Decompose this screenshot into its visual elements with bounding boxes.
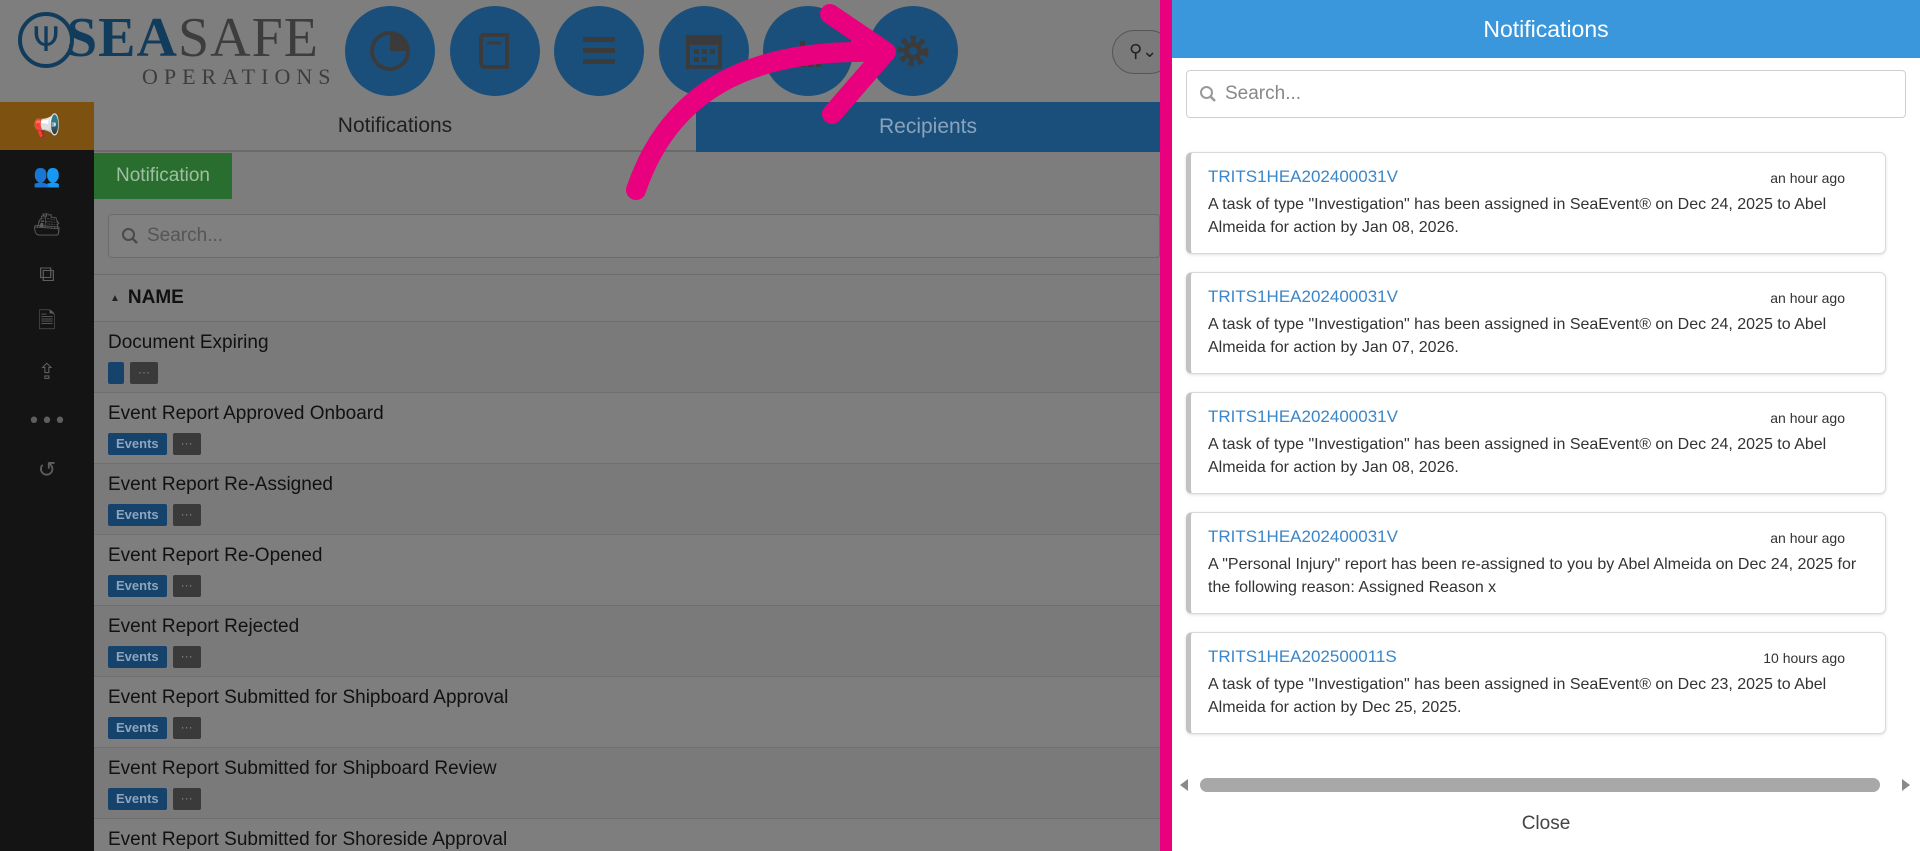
notification-card[interactable]: TRITS1HEA202400031V an hour ago A task o… — [1186, 392, 1886, 494]
sidebar-item-vessels[interactable]: ⛴ — [0, 201, 94, 249]
notifications-panel: Notifications Search... TRITS1HEA2024000… — [1172, 0, 1920, 851]
notification-message: A task of type "Investigation" has been … — [1208, 196, 1827, 236]
sidebar-item-more[interactable]: ••• — [0, 397, 94, 445]
row-name: Event Report Rejected — [108, 616, 300, 637]
row-more-button[interactable]: ··· — [172, 717, 201, 739]
table-row[interactable]: Event Report Submitted for Shipboard Rev… — [94, 748, 1160, 819]
close-button[interactable]: Close — [1172, 800, 1920, 848]
search-icon — [1200, 86, 1216, 102]
notification-time: 10 hours ago — [1763, 650, 1845, 666]
row-more-button[interactable]: ··· — [172, 788, 201, 810]
notification-card[interactable]: TRITS1HEA202400031V an hour ago A task o… — [1186, 272, 1886, 374]
logo-text-operations: OPERATIONS — [142, 64, 337, 89]
notification-time: an hour ago — [1770, 290, 1845, 306]
users-icon: 👥 — [33, 163, 61, 189]
nav-manuals-button[interactable] — [450, 6, 540, 96]
row-more-button[interactable]: ··· — [172, 433, 201, 455]
sort-ascending-icon: ▲ — [110, 292, 120, 304]
row-tag — [108, 362, 124, 384]
sidebar-item-upload[interactable]: ⇪ — [0, 348, 94, 396]
notification-card[interactable]: TRITS1HEA202500011S 10 hours ago A task … — [1186, 632, 1886, 734]
history-icon: ↺ — [37, 457, 57, 483]
notification-message: A task of type "Investigation" has been … — [1208, 316, 1827, 356]
row-tag: Events — [108, 433, 167, 455]
row-tag: Events — [108, 646, 167, 668]
row-name: Event Report Approved Onboard — [108, 403, 384, 424]
row-name: Event Report Re-Opened — [108, 545, 323, 566]
row-tag: Events — [108, 788, 167, 810]
table-row[interactable]: Event Report Re-Assigned Events ··· — [94, 464, 1160, 535]
search-icon: ⚲⌄ — [1129, 41, 1158, 62]
search-icon — [122, 228, 138, 244]
notification-message: A task of type "Investigation" has been … — [1208, 676, 1827, 716]
list-search-input[interactable]: Search... — [108, 214, 1160, 258]
add-notification-button[interactable]: Notification — [94, 153, 232, 199]
table-row[interactable]: Document Expiring ··· — [94, 322, 1160, 393]
megaphone-icon: 📢 — [33, 113, 61, 139]
panel-title: Notifications — [1172, 0, 1920, 58]
table-row[interactable]: Event Report Rejected Events ··· — [94, 606, 1160, 677]
more-icon: ••• — [27, 408, 67, 434]
table-row[interactable]: Event Report Submitted for Shipboard App… — [94, 677, 1160, 748]
notification-message: A "Personal Injury" report has been re-a… — [1208, 556, 1857, 596]
row-name: Document Expiring — [108, 332, 269, 353]
notification-link[interactable]: TRITS1HEA202400031V — [1208, 407, 1865, 429]
logo-text-sea: SEA — [66, 7, 178, 69]
table-row[interactable]: Event Report Re-Opened Events ··· — [94, 535, 1160, 606]
top-bar: Ψ SEA SAFE OPERATIONS ⚲⌄ — [0, 0, 1172, 102]
list-search-placeholder: Search... — [147, 225, 224, 246]
row-tag: Events — [108, 717, 167, 739]
upload-icon: ⇪ — [37, 359, 57, 385]
scroll-left-icon[interactable] — [1180, 779, 1188, 791]
row-tag: Events — [108, 575, 167, 597]
document-icon: 🗎 — [38, 309, 56, 334]
sidebar-item-notifications[interactable]: 📢 — [0, 102, 94, 150]
scroll-right-icon[interactable] — [1902, 779, 1910, 791]
notification-list: TRITS1HEA202400031V an hour ago A task o… — [1186, 152, 1896, 752]
notification-type-list: Document Expiring ··· Event Report Appro… — [94, 322, 1160, 851]
row-more-button[interactable]: ··· — [172, 646, 201, 668]
notification-time: an hour ago — [1770, 530, 1845, 546]
horizontal-scrollbar[interactable] — [1180, 776, 1910, 794]
table-row[interactable]: Event Report Submitted for Shoreside App… — [94, 819, 1160, 851]
row-tag: Events — [108, 504, 167, 526]
logo-text-safe: SAFE — [178, 7, 319, 69]
notification-card[interactable]: TRITS1HEA202400031V an hour ago A task o… — [1186, 152, 1886, 254]
sidebar-item-history[interactable]: ↺ — [0, 446, 94, 494]
row-name: Event Report Submitted for Shipboard App… — [108, 687, 509, 708]
sidebar-item-modules[interactable]: ⧉ — [0, 250, 94, 298]
row-name: Event Report Re-Assigned — [108, 474, 333, 495]
notification-time: an hour ago — [1770, 170, 1845, 186]
ship-icon: ⛴ — [33, 212, 61, 238]
column-header-label: NAME — [127, 287, 184, 308]
left-sidebar: 📢 👥 ⛴ ⧉ 🗎 ⇪ ••• ↺ — [0, 102, 94, 851]
notification-link[interactable]: TRITS1HEA202400031V — [1208, 527, 1865, 549]
notification-time: an hour ago — [1770, 410, 1845, 426]
notifications-search-input[interactable]: Search... — [1186, 70, 1906, 118]
pie-chart-icon — [370, 31, 410, 71]
row-more-button[interactable]: ··· — [172, 504, 201, 526]
row-name: Event Report Submitted for Shipboard Rev… — [108, 758, 497, 779]
seasafe-logo[interactable]: Ψ SEA SAFE OPERATIONS — [18, 7, 330, 90]
row-more-button[interactable]: ··· — [130, 362, 158, 384]
sidebar-item-documents[interactable]: 🗎 — [0, 299, 94, 347]
column-header-name[interactable]: ▲ NAME — [94, 274, 1160, 322]
sidebar-item-users[interactable]: 👥 — [0, 152, 94, 200]
notification-link[interactable]: TRITS1HEA202400031V — [1208, 287, 1865, 309]
notifications-search-placeholder: Search... — [1225, 83, 1302, 104]
notification-message: A task of type "Investigation" has been … — [1208, 436, 1827, 476]
row-name: Event Report Submitted for Shoreside App… — [108, 829, 508, 850]
row-more-button[interactable]: ··· — [172, 575, 201, 597]
book-icon — [478, 33, 509, 69]
nav-dashboard-button[interactable] — [345, 6, 435, 96]
notification-card[interactable]: TRITS1HEA202400031V an hour ago A "Perso… — [1186, 512, 1886, 614]
notification-link[interactable]: TRITS1HEA202400031V — [1208, 167, 1865, 189]
table-row[interactable]: Event Report Approved Onboard Events ··· — [94, 393, 1160, 464]
scrollbar-thumb[interactable] — [1200, 778, 1880, 792]
highlight-divider — [1160, 0, 1172, 851]
annotation-arrow — [626, 4, 896, 200]
cubes-icon: ⧉ — [39, 261, 55, 287]
